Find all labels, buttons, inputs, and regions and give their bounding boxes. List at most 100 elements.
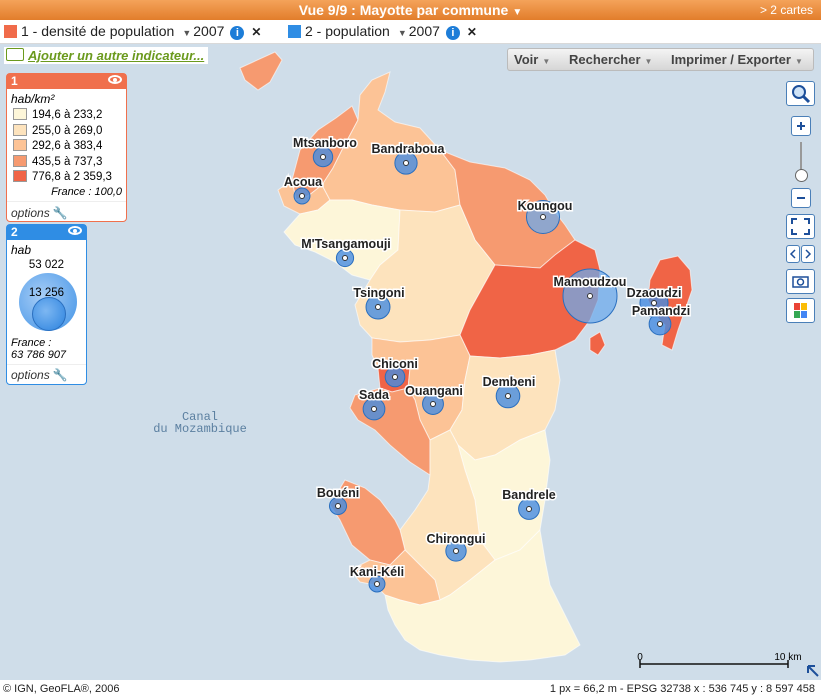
indicator-2-label: 2 - population (305, 23, 390, 39)
options-label: options (11, 368, 50, 382)
commune-point (392, 374, 398, 380)
pan-left-button[interactable] (786, 245, 800, 263)
credits: © IGN, GeoFLA®, 2006 (3, 683, 120, 695)
indicator-2-year[interactable]: 2007 (409, 23, 440, 39)
chevron-down-icon[interactable]: ▼ (512, 7, 522, 18)
snapshot-button[interactable] (786, 269, 815, 294)
legend-swatch (13, 170, 27, 182)
commune-point (505, 393, 511, 399)
close-icon[interactable]: ✕ (251, 25, 261, 39)
info-icon[interactable]: i (230, 26, 245, 40)
title-bar: Vue 9/9 : Mayotte par commune ▼ > 2 carte… (0, 0, 821, 20)
add-indicator-link[interactable]: Ajouter un autre indicateur... (4, 47, 209, 64)
legend-class: 194,6 à 233,2 (13, 108, 126, 124)
pan-right-button[interactable] (801, 245, 815, 263)
legend-number: 2 (11, 225, 18, 239)
legend-class: 435,5 à 737,3 (13, 154, 126, 171)
zoom-out-button[interactable] (791, 188, 811, 208)
arrow-left-icon (789, 249, 796, 259)
zoom-slider-handle[interactable] (795, 169, 808, 182)
commune-point (587, 293, 593, 299)
share-button[interactable] (786, 298, 815, 323)
legend-swatch (13, 154, 27, 167)
zoom-box-button[interactable] (786, 81, 815, 106)
legend-class-label: 194,6 à 233,2 (32, 109, 103, 121)
commune-point (403, 160, 409, 166)
legend-france: France : 100,0 (51, 185, 122, 198)
google-icon (794, 303, 807, 318)
commune-point (430, 401, 436, 407)
commune-point (374, 581, 380, 587)
zoom-in-button[interactable] (791, 116, 811, 136)
magnifier-icon (792, 85, 811, 104)
chevron-down-icon: ▼ (542, 57, 551, 66)
legend-class-label: 255,0 à 269,0 (32, 124, 103, 137)
wrench-icon: 🔧 (52, 368, 68, 382)
legend-header: 1 (7, 74, 126, 89)
legend-unit: hab (11, 243, 32, 257)
info-icon[interactable]: i (445, 26, 460, 40)
options-link[interactable]: options 🔧 (11, 206, 68, 220)
commune-label: Bandrele (502, 488, 556, 502)
scale-start: 0 (637, 652, 643, 663)
wrench-icon: 🔧 (52, 205, 68, 220)
commune-point (526, 506, 532, 512)
folder-icon (6, 48, 24, 61)
commune-point (657, 321, 663, 327)
arrow-right-icon (805, 249, 812, 259)
indicator-1[interactable]: 1 - densité de population ▼ 2007 i ✕ (4, 23, 261, 40)
commune-label: Ouangani (405, 384, 463, 398)
commune-point (299, 193, 305, 199)
status-bar: © IGN, GeoFLA®, 2006 1 px = 66,2 m - EPS… (0, 680, 821, 697)
legend-class-label: 776,8 à 2 359,3 (32, 171, 112, 183)
commune-label: Bouéni (317, 486, 359, 500)
legend-options[interactable]: options 🔧 (7, 364, 86, 384)
commune-label: Kani-Kéli (350, 565, 404, 579)
commune-point (320, 154, 326, 160)
cartes-link[interactable]: > 2 cartes (760, 3, 813, 17)
rechercher-menu[interactable]: Rechercher ▼ (569, 52, 652, 67)
camera-icon (792, 276, 809, 288)
chevron-down-icon[interactable]: ▼ (182, 28, 191, 38)
color-swatch (4, 25, 17, 38)
imprimer-label: Imprimer / Exporter (671, 52, 791, 67)
eye-icon[interactable] (68, 226, 82, 235)
commune-point (342, 255, 348, 261)
color-swatch (288, 25, 301, 38)
commune-point (540, 214, 546, 220)
indicator-1-label: 1 - densité de population (21, 23, 175, 39)
sea-label-2: du Mozambique (153, 422, 247, 436)
legend-france: France : (11, 337, 52, 349)
chevron-down-icon: ▼ (644, 57, 653, 66)
close-icon[interactable]: ✕ (467, 25, 477, 39)
legend-unit: hab/km² (11, 92, 55, 106)
coordinates-readout: 1 px = 66,2 m - EPSG 32738 x : 536 745 y… (549, 683, 815, 695)
commune-label: Bandraboua (372, 142, 446, 156)
commune-label: Koungou (518, 199, 573, 213)
plus-icon (797, 122, 805, 130)
legend-circle-min (32, 297, 66, 331)
fullscreen-button[interactable] (786, 214, 815, 239)
indicator-1-year[interactable]: 2007 (193, 23, 224, 39)
legend-classes: 194,6 à 233,2 255,0 à 269,0 292,6 à 383,4 4… (7, 108, 126, 186)
commune-label: Tsingoni (353, 286, 404, 300)
legend-swatch (13, 139, 27, 151)
legend-density: 1 hab/km² 194,6 à 233,2 255,0 à 269,0 292,… (6, 73, 127, 222)
chevron-down-icon[interactable]: ▼ (398, 28, 407, 38)
legend-options[interactable]: options 🔧 (7, 200, 126, 223)
commune-label: Mamoudzou (554, 275, 627, 289)
imprimer-menu[interactable]: Imprimer / Exporter ▼ (671, 52, 803, 67)
voir-menu[interactable]: Voir ▼ (514, 52, 550, 67)
options-label: options (11, 205, 50, 220)
commune-point (335, 503, 341, 509)
voir-label: Voir (514, 52, 539, 67)
add-indicator-label: Ajouter un autre indicateur... (28, 48, 205, 63)
view-title[interactable]: Vue 9/9 : Mayotte par commune ▼ (0, 2, 821, 18)
eye-icon[interactable] (108, 75, 122, 84)
commune-label: Mtsanboro (293, 136, 357, 150)
options-link[interactable]: options 🔧 (11, 368, 68, 382)
commune-label: Sada (359, 388, 390, 402)
indicator-2[interactable]: 2 - population ▼ 2007 i ✕ (288, 23, 477, 40)
commune-point (375, 304, 381, 310)
fullscreen-icon (791, 218, 810, 235)
